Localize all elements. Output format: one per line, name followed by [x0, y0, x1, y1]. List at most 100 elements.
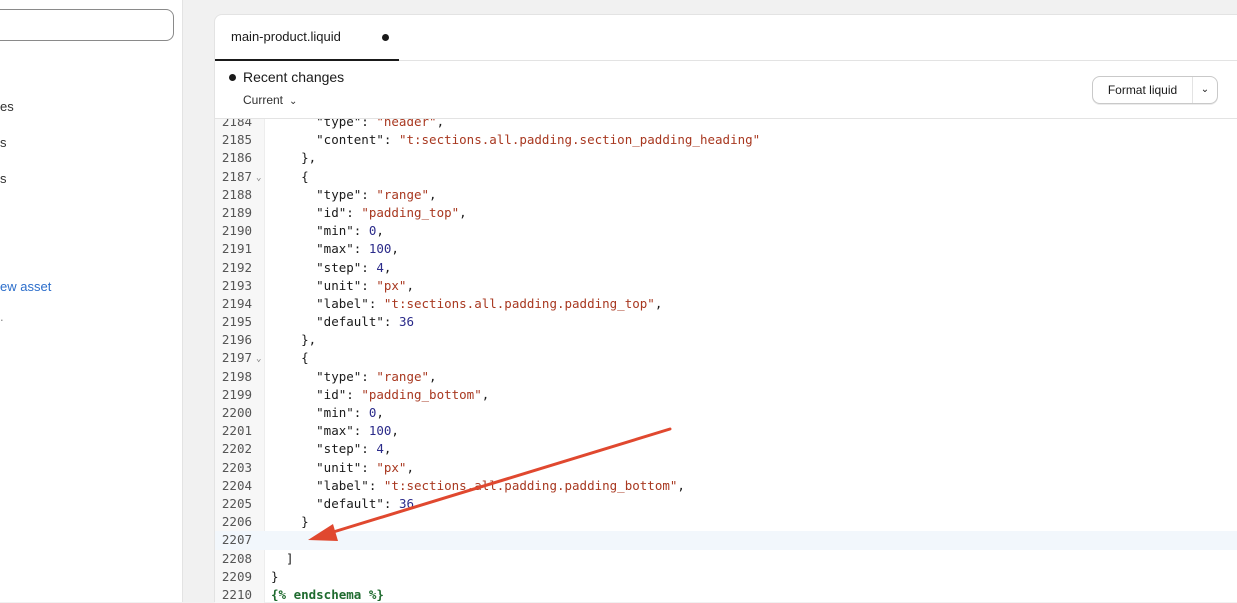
code-token: "unit":: [271, 277, 377, 293]
code-line: 2196 },: [215, 331, 1237, 349]
code-token: ,: [383, 441, 392, 457]
code-token: "content":: [271, 132, 399, 148]
line-number: 2202: [221, 441, 252, 457]
code-editor-panel: main-product.liquid Recent changes Curre…: [214, 14, 1237, 603]
version-select[interactable]: Current ⌄: [243, 93, 297, 107]
tab-main-product[interactable]: main-product.liquid: [215, 15, 399, 61]
code-token: ,: [654, 295, 663, 311]
code-line: 2205 "default": 36: [215, 495, 1237, 513]
line-number: 2190: [221, 223, 252, 239]
code-token: {: [271, 168, 309, 184]
code-token: {: [271, 350, 309, 366]
code-line: 2200 "min": 0,: [215, 404, 1237, 422]
line-number: 2195: [221, 314, 252, 330]
line-number: 2194: [221, 295, 252, 311]
code-token: ,: [406, 459, 414, 475]
code-token: ]: [271, 550, 294, 566]
code-text: "content": "t:sections.all.padding.secti…: [271, 131, 760, 149]
code-token: 100: [368, 423, 392, 439]
line-number: 2192: [221, 259, 252, 275]
sidebar-mark: .: [0, 309, 4, 324]
code-text: {: [271, 349, 309, 367]
code-line: 2210 {% endschema %}: [215, 586, 1237, 603]
fold-chevron-icon[interactable]: ⌄: [256, 169, 261, 187]
code-token: ,: [376, 405, 384, 420]
code-token: ,: [391, 423, 399, 439]
code-token: "padding_bottom": [361, 386, 482, 402]
code-token: ,: [376, 223, 384, 239]
line-number: 2184: [221, 119, 252, 129]
code-line: 2198 "type": "range",: [215, 368, 1237, 386]
code-line: 2202 "step": 4,: [215, 440, 1237, 458]
line-number: 2204: [221, 477, 252, 493]
code-line: 2206 }: [215, 513, 1237, 531]
code-text: "type": "header",: [271, 119, 444, 131]
code-token: "min":: [271, 223, 369, 239]
code-text: }: [271, 513, 309, 531]
code-text: },: [271, 149, 316, 167]
sidebar-item[interactable]: s: [0, 171, 7, 186]
code-token: ,: [391, 241, 399, 257]
code-token: ,: [406, 277, 414, 293]
format-liquid-button-group: Format liquid ⌄: [1092, 76, 1218, 104]
code-token: 36: [398, 314, 414, 330]
code-token: "t:sections.all.padding.padding_top": [383, 295, 655, 311]
code-line: 2192 "step": 4,: [215, 259, 1237, 277]
sidebar-item[interactable]: es: [0, 99, 14, 114]
code-token: "px": [376, 277, 407, 293]
recent-changes-dot-icon: [229, 74, 236, 81]
code-token: "default":: [271, 495, 399, 511]
code-line: 2188 "type": "range",: [215, 186, 1237, 204]
code-token: "type":: [271, 186, 377, 202]
code-text: {% endschema %}: [271, 586, 384, 603]
code-token: "t:sections.all.padding.section_padding_…: [398, 132, 761, 148]
line-number: 2189: [221, 204, 252, 220]
code-line: 2203 "unit": "px",: [215, 459, 1237, 477]
line-number: 2191: [221, 241, 252, 257]
code-line: 2194 "label": "t:sections.all.padding.pa…: [215, 295, 1237, 313]
sidebar-item[interactable]: s: [0, 135, 7, 150]
code-line: 2201 "max": 100,: [215, 422, 1237, 440]
panel-gap: [183, 0, 214, 602]
add-new-asset-link[interactable]: ew asset: [0, 279, 51, 294]
sidebar: es s s ew asset .: [0, 0, 183, 602]
code-line: 2190 "min": 0,: [215, 222, 1237, 240]
code-token: "step":: [271, 259, 377, 275]
code-token: "px": [376, 459, 407, 475]
code-text: "default": 36: [271, 495, 414, 513]
code-token: "label":: [271, 477, 384, 493]
recent-changes-title: Recent changes: [243, 69, 345, 85]
format-options-chevron-icon[interactable]: ⌄: [1193, 77, 1217, 103]
code-line: 2184 "type": "header",: [215, 119, 1237, 131]
line-number: 2206: [221, 514, 252, 530]
code-token: },: [271, 150, 317, 166]
code-text: "id": "padding_bottom",: [271, 386, 489, 404]
code-text: }: [271, 568, 279, 586]
line-number: 2209: [221, 568, 252, 584]
code-line: 2185 "content": "t:sections.all.padding.…: [215, 131, 1237, 149]
code-text: "type": "range",: [271, 368, 436, 386]
code-token: "id":: [271, 204, 362, 220]
line-number: 2205: [221, 495, 252, 511]
line-number: 2188: [221, 186, 252, 202]
code-line: 2207: [215, 531, 1237, 550]
line-number: 2186: [221, 150, 252, 166]
code-line: 2189 "id": "padding_top",: [215, 204, 1237, 222]
fold-chevron-icon[interactable]: ⌄: [256, 350, 261, 368]
code-text: "step": 4,: [271, 440, 391, 458]
tab-bar: main-product.liquid: [215, 15, 1237, 61]
code-line: 2195 "default": 36: [215, 313, 1237, 331]
version-select-label: Current: [243, 93, 284, 107]
code-line: 2199 "id": "padding_bottom",: [215, 386, 1237, 404]
code-text: "unit": "px",: [271, 459, 414, 477]
format-liquid-button[interactable]: Format liquid: [1093, 77, 1192, 103]
code-text: "default": 36: [271, 313, 414, 331]
line-number: 2199: [221, 386, 252, 402]
code-area[interactable]: 2184 "type": "header", 2185 "content": "t…: [215, 119, 1237, 603]
code-text: "id": "padding_top",: [271, 204, 467, 222]
code-text: "label": "t:sections.all.padding.padding…: [271, 295, 662, 313]
code-token: "max":: [271, 241, 369, 257]
code-text: "min": 0,: [271, 404, 384, 422]
search-input[interactable]: [0, 9, 174, 41]
code-token: 4: [376, 441, 384, 457]
